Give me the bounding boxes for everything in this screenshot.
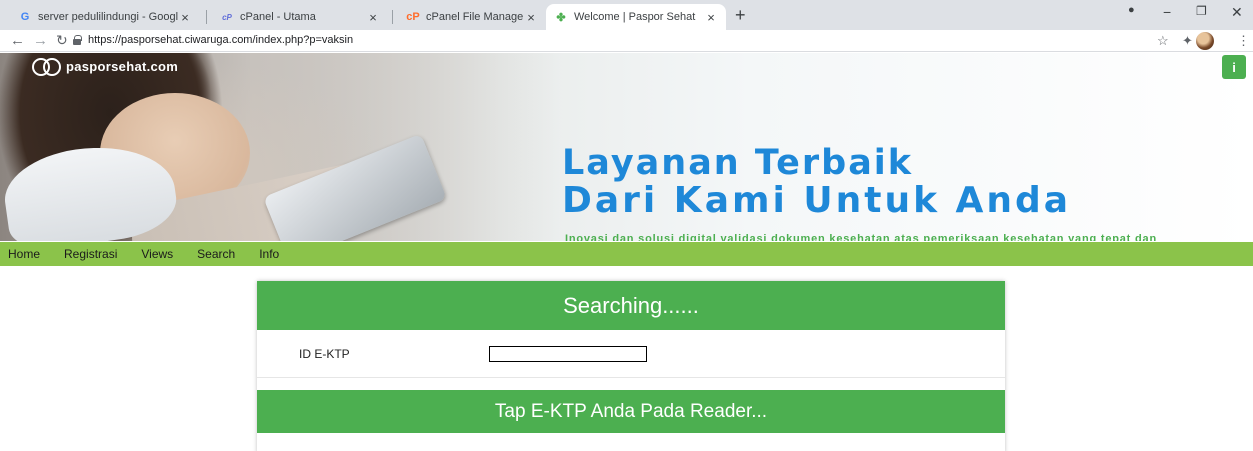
cpanel-icon: cP [406,11,420,23]
star-icon[interactable]: ☆ [1157,33,1169,49]
hero-headline: Layanan Terbaik Dari Kami Untuk Anda [562,143,1072,221]
help-button[interactable]: i [1222,55,1246,79]
lock-icon[interactable] [73,35,82,45]
tab-google-search[interactable]: G server pedulilindungi - Google Se × [10,4,200,30]
nav-item-views[interactable]: Views [141,247,173,261]
browser-tabstrip: G server pedulilindungi - Google Se × cP… [0,0,1253,30]
tab-cpanel-file-manager[interactable]: cP cPanel File Manager v3 × [398,4,546,30]
site-logo[interactable]: pasporsehat.com [32,57,179,76]
id-ektp-label: ID E-KTP [299,346,350,361]
nav-item-registrasi[interactable]: Registrasi [64,247,117,261]
close-window-button[interactable]: ✕ [1231,4,1243,21]
new-tab-button[interactable]: + [735,5,746,26]
nav-item-home[interactable]: Home [8,247,40,261]
id-ektp-input[interactable] [489,345,647,362]
nav-item-search[interactable]: Search [197,247,235,261]
nav-item-info[interactable]: Info [259,247,279,261]
search-card: Searching...... ID E-KTP Tap E-KTP Anda … [257,281,1005,451]
logo-icon [32,57,62,76]
menu-icon[interactable]: ⋮ [1237,33,1250,49]
info-icon: i [1232,59,1236,75]
back-icon[interactable]: ← [10,32,25,49]
minimize-button[interactable]: − [1163,4,1171,20]
tab-title: cPanel - Utama [240,11,316,23]
forward-icon[interactable]: → [33,32,48,49]
google-icon: G [20,11,30,23]
tab-paspor-sehat[interactable]: ✤ Welcome | Paspor Sehat × [546,4,726,30]
tab-title: server pedulilindungi - Google Se [38,11,178,23]
hero-tagline: Inovasi dan solusi digital validasi doku… [565,233,1157,241]
record-icon[interactable]: ● [1128,4,1135,16]
tab-separator [392,10,393,24]
tab-title: Welcome | Paspor Sehat [574,11,696,23]
reload-icon[interactable]: ↻ [56,32,68,49]
headline-line-1: Layanan Terbaik [562,143,914,183]
restore-button[interactable]: ❐ [1196,4,1207,18]
search-title: Searching...... [257,281,1005,330]
id-ektp-row: ID E-KTP [257,330,1005,378]
url-field[interactable]: https://pasporsehat.ciwaruga.com/index.p… [88,34,353,46]
avatar[interactable] [1196,32,1214,50]
close-icon[interactable]: × [366,10,380,25]
address-bar: ← → ↻ https://pasporsehat.ciwaruga.com/i… [0,30,1253,52]
hero-banner: pasporsehat.com Layanan Terbaik Dari Kam… [0,53,1253,241]
main-nav: Home Registrasi Views Search Info [0,242,1253,266]
site-icon: ✤ [556,11,566,24]
tab-separator [206,10,207,24]
tab-title: cPanel File Manager v3 [426,11,524,23]
headline-line-2: Dari Kami Untuk Anda [562,180,1072,221]
cpanel-icon: cP [222,12,232,22]
tap-ektp-message: Tap E-KTP Anda Pada Reader... [257,390,1005,433]
close-icon[interactable]: × [178,10,192,25]
close-icon[interactable]: × [524,10,538,25]
extensions-icon[interactable]: ✦ [1182,33,1193,49]
close-icon[interactable]: × [704,10,718,25]
tab-cpanel-utama[interactable]: cP cPanel - Utama × [212,4,388,30]
logo-text: pasporsehat.com [66,58,179,74]
